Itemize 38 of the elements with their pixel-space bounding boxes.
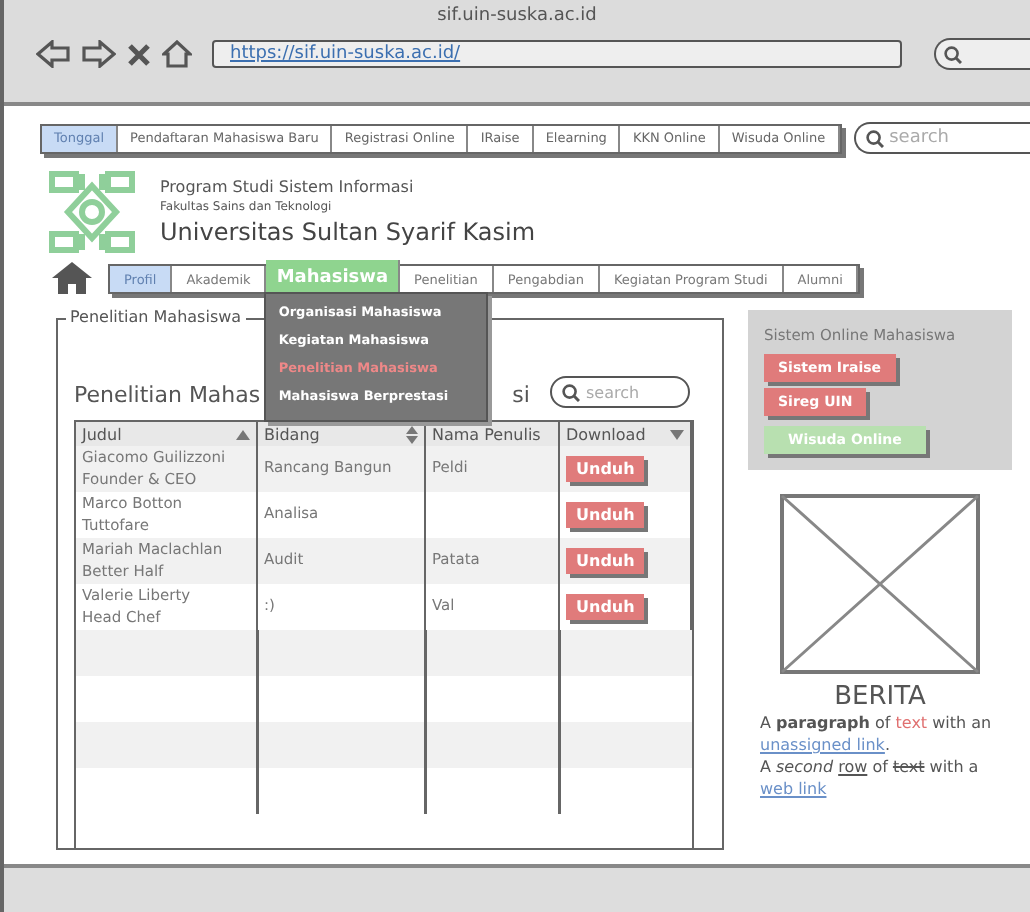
search-icon [944, 45, 962, 63]
search-icon [865, 129, 884, 147]
sort-icon[interactable] [406, 425, 418, 443]
column-header[interactable]: Download [560, 422, 692, 446]
text-link[interactable]: web link [760, 780, 827, 798]
home-icon[interactable] [162, 40, 192, 68]
download-button[interactable]: Unduh [566, 456, 645, 482]
sort-down-icon[interactable] [670, 429, 684, 439]
column-label: Bidang [264, 425, 320, 443]
column-header[interactable]: Nama Penulis [426, 422, 560, 446]
column-label: Download [566, 425, 646, 443]
download-button[interactable]: Unduh [566, 548, 645, 574]
logo-icon [48, 170, 136, 254]
search-field[interactable]: search [853, 122, 1030, 154]
program-name: Program Studi Sistem Informasi [160, 178, 416, 196]
page-heading: si [512, 382, 530, 408]
text-link[interactable]: unassigned link [760, 736, 885, 754]
news-heading: BERITA [834, 682, 926, 712]
close-icon[interactable] [128, 43, 150, 65]
window-title: sif.uin-suska.ac.id [435, 6, 599, 26]
column-label: Nama Penulis [432, 425, 541, 443]
download-button[interactable]: Unduh [566, 502, 645, 528]
search-icon [562, 383, 580, 401]
home-icon[interactable] [52, 262, 92, 294]
search-field[interactable]: search [550, 376, 690, 408]
news-paragraph: A paragraph of text with an unassigned link. [760, 712, 994, 756]
back-icon[interactable] [36, 40, 70, 68]
panel-legend: Penelitian Mahasiswa [66, 308, 246, 326]
forward-icon[interactable] [82, 40, 116, 68]
column-label: Judul [82, 425, 122, 443]
search-field[interactable] [934, 38, 1030, 70]
url-field[interactable]: https://sif.uin-suska.ac.id/ [212, 40, 902, 68]
news-paragraph: A second row of text with a web link [760, 756, 981, 800]
sort-up-icon[interactable] [236, 429, 250, 439]
page-heading: Penelitian Mahas [74, 382, 261, 408]
university-name: Universitas Sultan Syarif Kasim [160, 218, 536, 246]
download-button[interactable]: Unduh [566, 594, 645, 620]
column-header[interactable]: Judul [76, 422, 258, 446]
